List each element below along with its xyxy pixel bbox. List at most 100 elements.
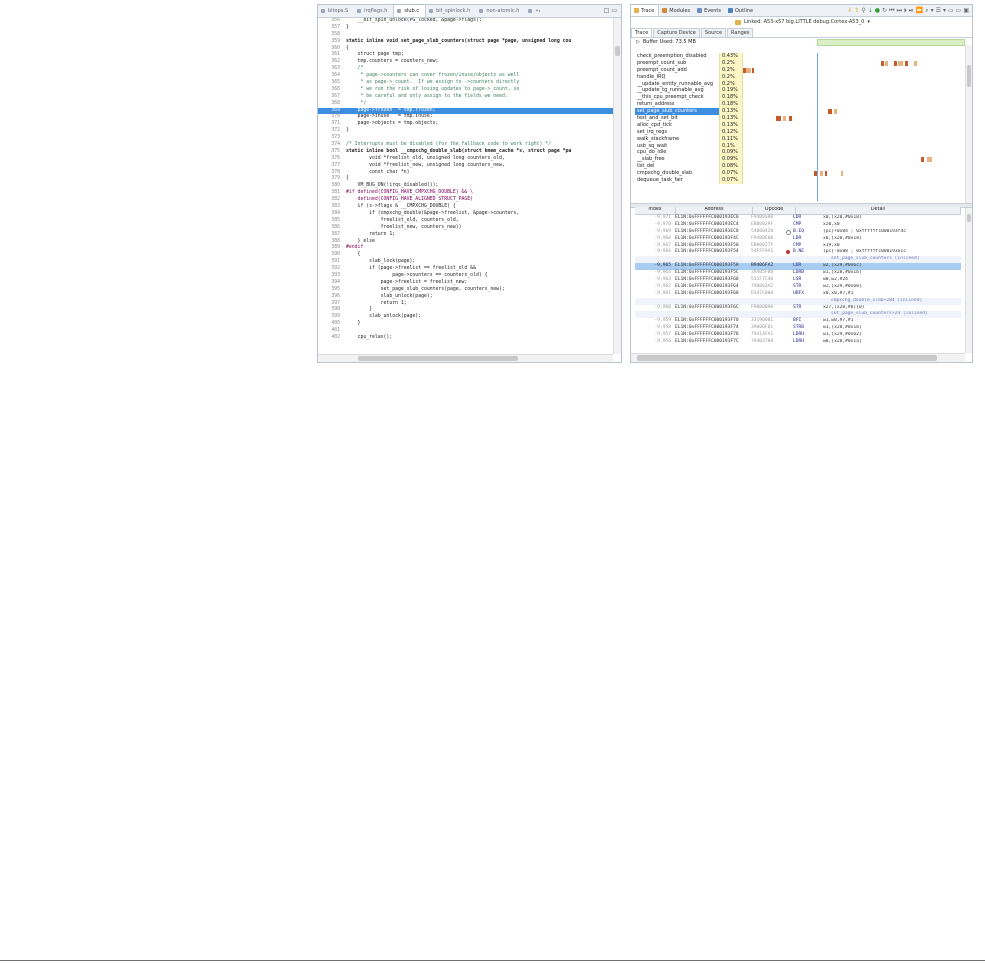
profile-row[interactable]: preempt_count_sub 0.2% [635, 59, 961, 67]
toolbar-icon[interactable]: ⚲ [861, 7, 865, 15]
toolbar-icon[interactable]: ⇧ [854, 7, 859, 15]
subtab-source[interactable]: Source [700, 28, 727, 37]
breakpoint-gutter[interactable] [785, 243, 793, 250]
timeline-segment[interactable] [920, 157, 924, 163]
window-controls[interactable]: □ ▭ [600, 5, 621, 17]
timeline-segment[interactable] [788, 116, 792, 122]
breakpoint-gutter[interactable] [785, 291, 793, 298]
profile-row[interactable]: list_del 0.08% [635, 163, 961, 171]
disassembly-row[interactable]: -9,956 EL1N:0xFFFFFFC000193F7C 79403780 LDR… [635, 339, 961, 346]
profile-row[interactable]: usb_sq_wait 0.1% [635, 142, 961, 150]
disassembly-row[interactable]: -9,964 EL1N:0xFFFFFFC000193F5C 39405F80 LDR… [635, 270, 961, 277]
toolbar-icon[interactable]: ⏮ [889, 7, 894, 15]
toolbar-icon[interactable]: ▣ [963, 7, 969, 15]
toolbar-icon[interactable]: ↻ [882, 7, 887, 15]
toolbar-icon[interactable]: ⏵ [904, 7, 907, 15]
toolbar-icon[interactable]: ⇣ [868, 7, 873, 15]
toolbar-icon[interactable]: ● [875, 7, 880, 15]
profile-row[interactable]: cmpxchg_double_slab 0.07% [635, 170, 961, 178]
disassembly-table[interactable]: Index Address Opcode Detail -9,971 EL1N:0… [635, 207, 961, 352]
breakpoint-gutter[interactable] [785, 249, 793, 256]
disassembly-row[interactable]: -9,961 EL1N:0xFFFFFFC000193F68 D347C000 UBF… [635, 291, 961, 298]
timeline-segment[interactable] [751, 67, 755, 73]
timeline-segment[interactable] [880, 60, 884, 66]
column-address[interactable]: Address [676, 207, 753, 214]
subtab-ranges[interactable]: Ranges [727, 28, 754, 37]
toolbar-icon[interactable]: ▾ [931, 7, 934, 15]
profile-row[interactable]: cpu_do_idle 0.09% [635, 149, 961, 157]
editor-tab[interactable]: »₃ [525, 5, 546, 17]
timeline-segment[interactable] [834, 109, 838, 115]
timeline-segment[interactable] [828, 109, 832, 115]
profile-row[interactable]: preempt_count_add 0.2% [635, 66, 961, 74]
profile-row[interactable]: __this_cpu_preempt_check 0.18% [635, 94, 961, 102]
scroll-thumb[interactable] [358, 356, 518, 361]
editor-vertical-scrollbar[interactable] [613, 18, 621, 354]
timeline-segment[interactable] [893, 60, 898, 66]
timeline-segment[interactable] [776, 116, 781, 122]
inline-function-marker[interactable]: cmpxchg_double_slab+284 [inlined] [635, 297, 961, 305]
profile-row[interactable]: set_irq_regs 0.12% [635, 128, 961, 136]
timeline-segment[interactable] [819, 171, 823, 177]
disassembly-row[interactable]: -9,969 EL1N:0xFFFFFFC000193EC8 54000420 B.E… [635, 229, 961, 236]
column-index[interactable]: Index [635, 207, 676, 214]
toolbar-icon[interactable]: ▾ [943, 7, 946, 15]
timeline-segment[interactable] [746, 67, 751, 73]
connection-link[interactable]: Linked: A53-x57 big.LITTLE debug:Cortex-… [631, 17, 972, 27]
timeline-segment[interactable] [840, 171, 843, 177]
breakpoint-gutter[interactable] [785, 222, 793, 229]
disassembly-row[interactable]: -9,962 EL1N:0xFFFFFFC000193F64 790003A2 STR… [635, 284, 961, 291]
view-tab-outline[interactable]: Outline [725, 8, 757, 14]
toolbar-icon[interactable]: ⏩ [916, 7, 923, 15]
column-opcode[interactable]: Opcode [753, 207, 796, 214]
breakpoint-gutter[interactable] [785, 277, 793, 284]
timeline-segment[interactable] [825, 171, 828, 177]
profile-row[interactable]: alloc_cpd_tick 0.13% [635, 121, 961, 129]
subtab-capture-device[interactable]: Capture Device [653, 28, 700, 37]
function-profile-timeline[interactable]: check_preemption_disabled 0.43% preempt_co… [635, 53, 961, 201]
toolbar-icon[interactable]: ⌕ [925, 7, 928, 15]
profile-row[interactable]: dequeue_task_fair 0.07% [635, 177, 961, 184]
timeline-segment[interactable] [905, 60, 909, 66]
profile-row[interactable]: walk_stackframe 0.11% [635, 135, 961, 143]
breakpoint-gutter[interactable] [785, 263, 793, 270]
disassembly-row[interactable]: -9,970 EL1N:0xFFFFFFC000193EC4 EB00029F CMP… [635, 222, 961, 229]
view-tab-events[interactable]: Events [694, 8, 725, 14]
toolbar-icon[interactable]: ⇩ [847, 7, 852, 15]
toolbar-icon[interactable]: ▭ [956, 7, 962, 15]
editor-tab[interactable]: irqflags.h [354, 5, 393, 17]
timeline-segment[interactable] [927, 157, 932, 163]
breakpoint-gutter[interactable] [785, 215, 793, 222]
code-area[interactable]: 356 __bit_spin_unlock(PG_locked, &page->… [318, 18, 613, 354]
breakpoint-gutter[interactable] [785, 339, 793, 346]
editor-horizontal-scrollbar[interactable] [318, 354, 613, 362]
toolbar-icon[interactable]: ⏭ [896, 7, 901, 15]
breakpoint-gutter[interactable] [785, 305, 793, 312]
breakpoint-gutter[interactable] [785, 325, 793, 332]
disassembly-row[interactable]: -9,966 EL1N:0xFFFFFFC000193F54 54FFF9A1 B.N… [635, 249, 961, 256]
editor-tab[interactable]: bit_spinlock.h [426, 5, 476, 17]
disassembly-row[interactable]: -9,971 EL1N:0xFFFFFFC000193EC0 F9400a80 LDR… [635, 215, 961, 222]
disassembly-row[interactable]: -9,963 EL1N:0xFFFFFFC000193F60 531F7C40 LSR… [635, 277, 961, 284]
source-editor[interactable]: bitops.S irqflags.h slub.c bit_spinlock.h no… [317, 4, 622, 363]
disassembly-row[interactable]: -9,957 EL1N:0xFFFFFFC000193F78 79414FA1 LDR… [635, 332, 961, 339]
timeline-segment[interactable] [885, 60, 889, 66]
editor-tab[interactable]: slub.c [393, 5, 427, 17]
profile-row[interactable]: handle_IRQ 0.2% [635, 73, 961, 81]
timeline-cursor[interactable] [816, 53, 818, 201]
profile-row[interactable]: test_and_set_bit 0.13% [635, 115, 961, 122]
profile-row[interactable]: set_page_slub_counters 0.13% [635, 108, 961, 116]
toolbar-icon[interactable]: ☰ [936, 7, 941, 15]
disassembly-horizontal-scrollbar[interactable] [631, 353, 965, 362]
editor-tab[interactable]: bitops.S [318, 5, 354, 17]
breakpoint-gutter[interactable] [785, 332, 793, 339]
scroll-thumb[interactable] [615, 46, 620, 56]
disassembly-row[interactable]: -9,968 EL1N:0xFFFFFFC000193F4C F9400E80 LDR… [635, 236, 961, 243]
column-detail[interactable]: Detail [796, 207, 961, 214]
profile-row[interactable]: return_address 0.18% [635, 101, 961, 109]
toolbar-icon[interactable]: ▭ [948, 7, 954, 15]
chevron-down-icon[interactable]: ▾ [867, 19, 870, 25]
breakpoint-icon[interactable] [786, 250, 790, 255]
scroll-thumb[interactable] [967, 65, 971, 87]
profile-row[interactable]: check_preemption_disabled 0.43% [635, 53, 961, 60]
